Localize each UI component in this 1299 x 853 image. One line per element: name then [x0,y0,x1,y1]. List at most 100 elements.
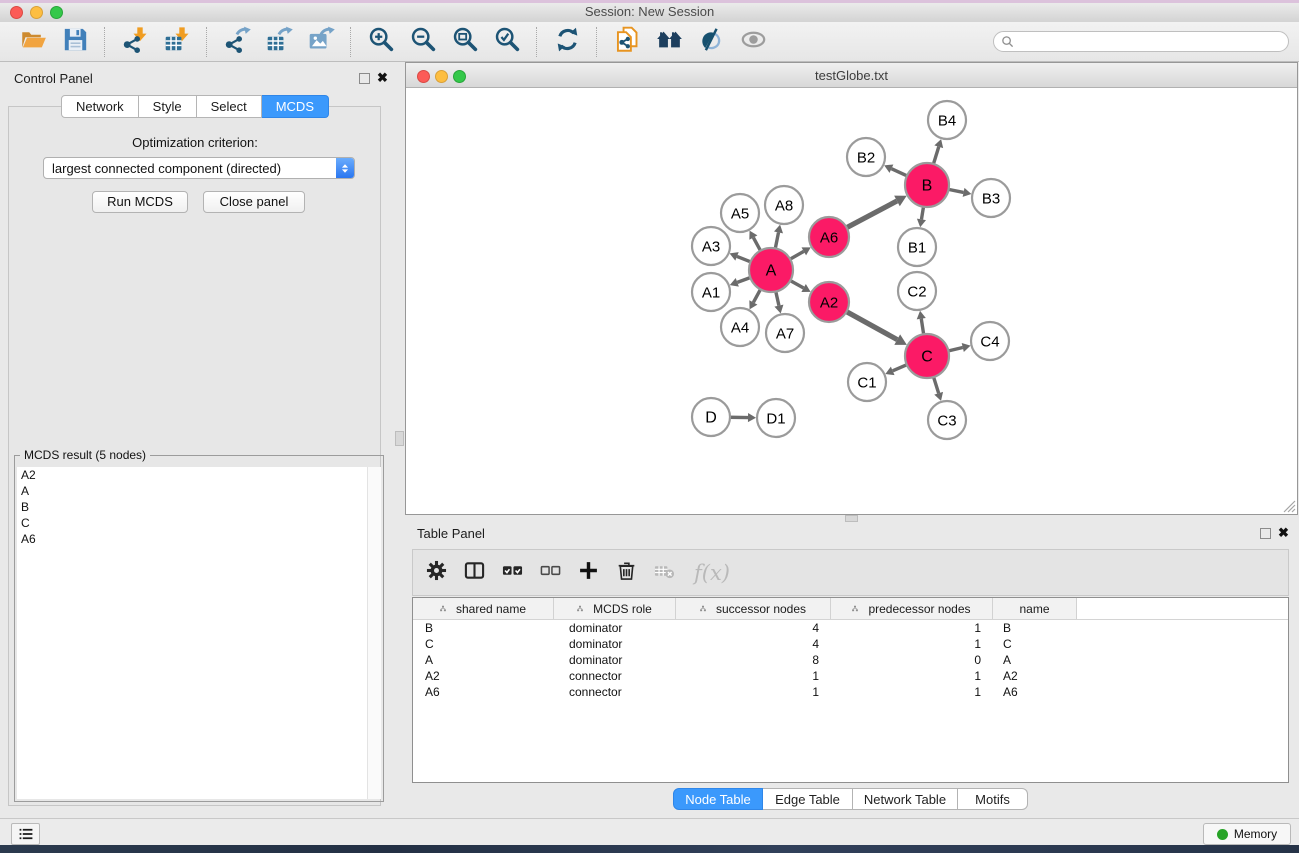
search-input[interactable] [1018,33,1288,51]
network-from-file-icon[interactable] [614,26,641,58]
add-entry-icon[interactable] [578,560,599,586]
column-header-shared-name[interactable]: shared name [413,598,554,619]
import-network-button[interactable] [119,26,151,58]
table-panel: Table Panel ✖ f(x) shared nameMCDS roles… [405,520,1299,812]
task-history-button[interactable] [11,823,40,845]
show-details-icon[interactable] [740,26,767,58]
apply-function-button[interactable]: f(x) [694,561,730,585]
column-header-successor-nodes[interactable]: successor nodes [676,598,831,619]
delete-table-icon[interactable] [654,560,675,586]
show-columns-icon[interactable] [464,560,485,586]
hide-details-button[interactable] [695,26,727,58]
table-float-icon[interactable] [1260,528,1271,539]
close-panel-button[interactable]: Close panel [203,191,305,213]
main-toolbar [0,22,1299,62]
network-canvas[interactable]: AA1A2A3A4A5A6A7A8BB1B2B3B4CC1C2C3C4DD1 [406,88,1297,514]
graph-arrowhead [917,219,926,228]
table-row-A2[interactable]: A2connector11A2 [413,668,1288,684]
table-row-B[interactable]: Bdominator41B [413,620,1288,636]
tab-node-table[interactable]: Node Table [673,788,763,810]
mcds-result-list: A2ABCA6 [17,467,381,799]
float-panel-icon[interactable] [359,73,370,84]
hide-details-icon[interactable] [698,26,725,58]
graph-edge-A2-C[interactable] [845,311,897,340]
run-mcds-button[interactable]: Run MCDS [92,191,188,213]
delete-table-button[interactable] [654,560,675,586]
table-settings-icon[interactable] [426,560,447,586]
resize-grip-icon[interactable] [1283,500,1296,513]
column-header-predecessor-nodes[interactable]: predecessor nodes [831,598,993,619]
zoom-selected-button[interactable] [491,26,523,58]
zoom-fit-icon[interactable] [452,26,479,58]
zoom-fit-button[interactable] [449,26,481,58]
graph-edge-A6-B[interactable] [845,201,897,229]
result-item-B[interactable]: B [17,499,381,515]
select-all-icon[interactable] [502,560,523,586]
titlebar-accent [0,0,1299,3]
result-item-C[interactable]: C [17,515,381,531]
tab-network[interactable]: Network [61,95,139,118]
zoom-in-button[interactable] [365,26,397,58]
result-item-A[interactable]: A [17,483,381,499]
table-header-row: shared nameMCDS rolesuccessor nodesprede… [413,598,1288,620]
zoom-selected-icon[interactable] [494,26,521,58]
apply-layout-button[interactable] [551,26,583,58]
tab-network-table[interactable]: Network Table [853,788,958,810]
import-table-icon[interactable] [164,26,191,58]
delete-entry-button[interactable] [616,560,637,586]
tab-select[interactable]: Select [197,95,262,118]
import-network-icon[interactable] [122,26,149,58]
export-image-button[interactable] [305,26,337,58]
tab-edge-table[interactable]: Edge Table [763,788,853,810]
deselect-all-icon[interactable] [540,560,561,586]
optimization-dropdown[interactable]: largest connected component (directed) [43,157,355,179]
export-network-icon[interactable] [224,26,251,58]
table-row-A6[interactable]: A6connector11A6 [413,684,1288,700]
memory-button[interactable]: Memory [1203,823,1291,845]
search-field[interactable] [993,31,1289,52]
application-window: Session: New Session Control Panel ✖ Net… [0,0,1299,853]
home-button[interactable] [653,26,685,58]
open-session-icon[interactable] [20,26,47,58]
result-item-A6[interactable]: A6 [17,531,381,547]
save-session-button[interactable] [59,26,91,58]
table-settings-button[interactable] [426,560,447,586]
select-all-button[interactable] [502,560,523,586]
export-network-button[interactable] [221,26,253,58]
export-table-button[interactable] [263,26,295,58]
network-from-file-button[interactable] [611,26,643,58]
result-item-A2[interactable]: A2 [17,467,381,483]
show-columns-button[interactable] [464,560,485,586]
tab-style[interactable]: Style [139,95,197,118]
export-table-icon[interactable] [266,26,293,58]
result-scrollbar[interactable] [367,467,381,799]
close-panel-icon[interactable]: ✖ [377,72,388,84]
table-row-C[interactable]: Cdominator41C [413,636,1288,652]
zoom-out-icon[interactable] [410,26,437,58]
add-entry-button[interactable] [578,560,599,586]
table-row-A[interactable]: Adominator80A [413,652,1288,668]
home-icon[interactable] [656,26,683,58]
column-header-MCDS-role[interactable]: MCDS role [554,598,676,619]
vertical-splitter-handle[interactable] [395,431,404,446]
import-table-button[interactable] [161,26,193,58]
open-session-button[interactable] [17,26,49,58]
show-details-button[interactable] [737,26,769,58]
table-body: Bdominator41BCdominator41CAdominator80AA… [413,620,1288,700]
dropdown-stepper-icon [336,158,354,178]
tab-mcds[interactable]: MCDS [262,95,329,118]
tab-motifs[interactable]: Motifs [958,788,1028,810]
table-close-icon[interactable]: ✖ [1278,527,1289,539]
apply-layout-icon[interactable] [554,26,581,58]
graph-node-label-B3: B3 [982,191,1000,208]
column-header-name[interactable]: name [993,598,1077,619]
zoom-in-icon[interactable] [368,26,395,58]
deselect-all-button[interactable] [540,560,561,586]
cell: A6 [993,685,1077,699]
zoom-out-button[interactable] [407,26,439,58]
save-session-icon[interactable] [62,26,89,58]
export-image-icon[interactable] [308,26,335,58]
cell: connector [554,685,676,699]
delete-entry-icon[interactable] [616,560,637,586]
list-icon [18,826,34,842]
